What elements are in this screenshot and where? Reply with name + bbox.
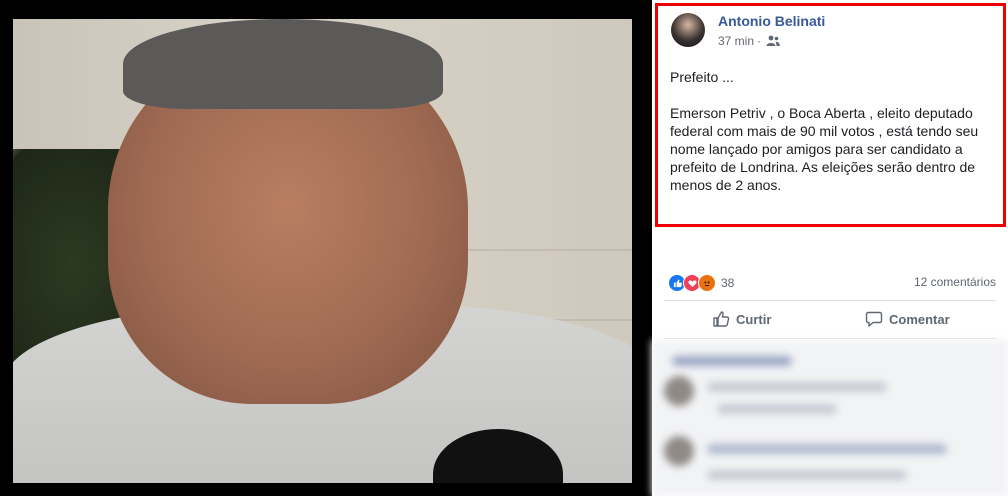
hair bbox=[123, 19, 443, 109]
post-time[interactable]: 37 min bbox=[718, 34, 754, 48]
separator-dot: · bbox=[757, 34, 761, 48]
like-button[interactable]: Curtir bbox=[712, 310, 771, 328]
blurred-comments bbox=[652, 340, 1008, 496]
angry-icon bbox=[698, 274, 716, 292]
post-text: Prefeito ... Emerson Petriv , o Boca Abe… bbox=[670, 68, 995, 194]
author-avatar[interactable] bbox=[671, 13, 705, 47]
reaction-count[interactable]: 38 bbox=[721, 276, 734, 290]
friends-audience-icon[interactable] bbox=[766, 35, 780, 47]
divider-bottom bbox=[664, 338, 996, 339]
comment-button[interactable]: Comentar bbox=[865, 310, 950, 328]
comment-label: Comentar bbox=[889, 311, 950, 327]
thumbs-up-icon bbox=[713, 311, 730, 327]
reactions-summary[interactable]: 38 bbox=[668, 274, 734, 292]
post-paragraph-1: Prefeito ... bbox=[670, 69, 734, 85]
post-paragraph-2: Emerson Petriv , o Boca Aberta , eleito … bbox=[670, 105, 979, 193]
news-photo bbox=[0, 0, 652, 496]
author-name[interactable]: Antonio Belinati bbox=[718, 13, 825, 29]
divider-top bbox=[664, 300, 996, 301]
highlighted-post: Antonio Belinati 37 min · Prefeito ... E… bbox=[655, 3, 1006, 227]
photo-image bbox=[13, 19, 632, 483]
like-label: Curtir bbox=[736, 311, 772, 327]
comments-count[interactable]: 12 comentários bbox=[914, 275, 996, 289]
facebook-post-panel: Antonio Belinati 37 min · Prefeito ... E… bbox=[652, 0, 1008, 496]
comment-icon bbox=[865, 311, 883, 327]
